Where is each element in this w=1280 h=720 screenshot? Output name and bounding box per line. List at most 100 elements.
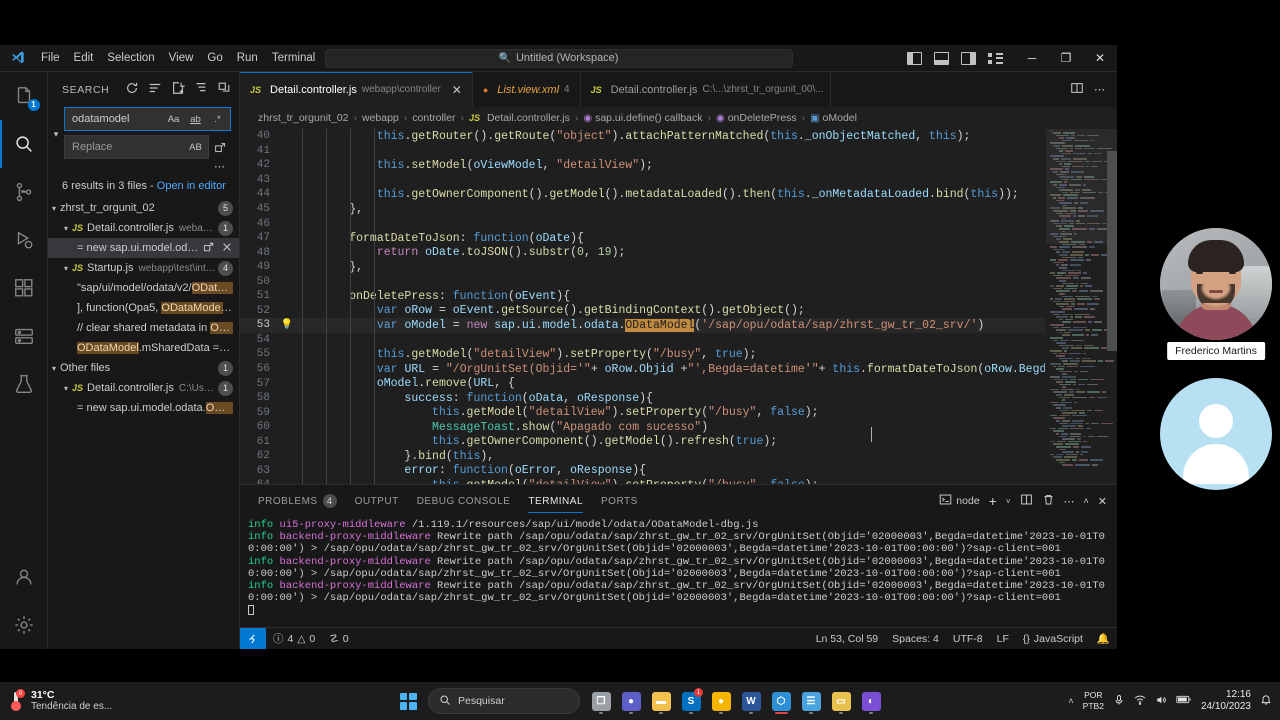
menu-go[interactable]: Go	[200, 45, 229, 71]
panel-tab-ports[interactable]: PORTS	[601, 485, 638, 517]
match-row-actions[interactable]	[203, 241, 233, 256]
dismiss-match-icon[interactable]	[221, 241, 233, 256]
cursor-position[interactable]: Ln 53, Col 59	[809, 628, 885, 649]
taskbar-app-microsoft-word[interactable]: W	[736, 686, 766, 716]
code-line[interactable]: 42 this.setModel(oViewModel, "detailView…	[240, 158, 1045, 173]
breadcrumb-item-controller[interactable]: controller	[412, 112, 455, 124]
menu-edit[interactable]: Edit	[67, 45, 101, 71]
view-as-tree-icon[interactable]	[194, 81, 208, 98]
use-regex-icon[interactable]: .*	[209, 111, 226, 128]
activity-extensions[interactable]	[0, 264, 48, 312]
taskbar-search-box[interactable]: Pesquisar	[428, 688, 580, 714]
editor-scroll-thumb[interactable]	[1107, 151, 1117, 351]
maximize-panel-icon[interactable]: ˄	[1084, 496, 1089, 506]
editor-actions[interactable]: ⋯	[1058, 72, 1117, 107]
preserve-case-icon[interactable]: AB	[187, 139, 204, 156]
code-lines[interactable]: 40 this.getRouter().getRoute("object").a…	[240, 129, 1045, 484]
tab-detail-controller-other[interactable]: JS Detail.controller.js C:\...\zhrst_tr_…	[581, 72, 831, 107]
result-file-startup[interactable]: ▾ JS Startup.js webapp\test\integrat... …	[48, 258, 239, 278]
microphone-icon[interactable]	[1113, 694, 1125, 709]
result-file-detail-controller-other[interactable]: ▾ JS Detail.controller.js C:\Users\br...…	[48, 378, 239, 398]
panel-tab-output[interactable]: OUTPUT	[355, 485, 399, 517]
match-case-icon[interactable]: Aa	[165, 111, 182, 128]
network-icon[interactable]	[1134, 694, 1146, 709]
quick-open-bar[interactable]: 🔍 Untitled (Workspace)	[324, 48, 793, 68]
problems-status[interactable]: ⓘ 4 △ 0	[266, 628, 322, 649]
tab-close-icon[interactable]: ✕	[452, 84, 462, 96]
notification-center-icon[interactable]	[1260, 694, 1272, 709]
close-button[interactable]: ✕	[1083, 45, 1117, 72]
start-button[interactable]	[394, 687, 422, 715]
collapse-all-icon[interactable]	[217, 81, 231, 98]
breadcrumb-item-ondeletepress[interactable]: ◉ onDeletePress	[716, 112, 797, 124]
activity-test-explorer[interactable]	[0, 360, 48, 408]
taskbar-app-media-player[interactable]: ◐	[856, 686, 886, 716]
split-terminal-icon[interactable]	[1020, 493, 1033, 509]
menu-bar[interactable]: File Edit Selection View Go Run Terminal…	[34, 45, 360, 71]
tab-list-view-xml[interactable]: ● List.view.xml 4	[473, 72, 581, 107]
activity-source-control[interactable]	[0, 168, 48, 216]
replace-match-icon[interactable]	[203, 241, 215, 256]
sidebar-header-actions[interactable]	[125, 81, 231, 98]
show-hidden-icons-chevron[interactable]: ˄	[1068, 696, 1073, 706]
code-line[interactable]: 59 this.getModel("detailView").setProper…	[240, 405, 1045, 420]
code-line[interactable]: 61 this.getOwnerComponent().getModel().r…	[240, 434, 1045, 449]
toggle-search-details-icon[interactable]: ⋯	[64, 162, 231, 176]
language-indicator[interactable]: POR PTB2	[1083, 690, 1104, 712]
code-line[interactable]: 47 formatDateToJson: function(oDate){	[240, 231, 1045, 246]
code-line[interactable]: 41	[240, 144, 1045, 159]
taskbar-weather-widget[interactable]: 0 31°C Tendência de es...	[0, 689, 112, 713]
new-terminal-button[interactable]: +	[989, 493, 997, 509]
panel-tab-debug-console[interactable]: DEBUG CONSOLE	[417, 485, 511, 517]
taskbar-clock[interactable]: 12:16 24/10/2023	[1201, 689, 1251, 713]
code-line[interactable]: 53 💡 var oModel = new sap.ui.model.odata.…	[240, 318, 1045, 333]
menu-view[interactable]: View	[162, 45, 201, 71]
taskbar-app-visual-studio-code[interactable]: ⬡	[766, 686, 796, 716]
code-line[interactable]: 55 this.getModel("detailView").setProper…	[240, 347, 1045, 362]
search-input[interactable]: odatamodel Aa ab .*	[64, 107, 231, 131]
panel-actions[interactable]: node + ˅ ⋯ ˄ ✕	[939, 493, 1117, 509]
taskbar-app-task-view[interactable]: ❐	[586, 686, 616, 716]
code-editor[interactable]: 40 this.getRouter().getRoute("object").a…	[240, 129, 1117, 484]
code-line[interactable]: 56 var URL = "/OrgUnitSet(Objid='"+ oRow…	[240, 362, 1045, 377]
open-new-search-editor-icon[interactable]	[171, 81, 185, 98]
code-line[interactable]: 54	[240, 333, 1045, 348]
minimize-button[interactable]: ─	[1015, 45, 1049, 72]
terminal-profile-chevron-icon[interactable]: ˅	[1006, 497, 1011, 506]
panel-tab-problems[interactable]: PROBLEMS 4	[258, 485, 337, 517]
clear-search-results-icon[interactable]	[148, 81, 162, 98]
layout-toggles[interactable]	[907, 51, 1015, 65]
activity-search[interactable]	[0, 120, 48, 168]
taskbar-app-sap-logon[interactable]: S1	[676, 686, 706, 716]
open-in-editor-link[interactable]: Open in editor	[157, 180, 226, 192]
battery-icon[interactable]	[1176, 694, 1192, 708]
activity-explorer[interactable]: 1	[0, 72, 48, 120]
taskbar-app-notepad[interactable]: ☰	[796, 686, 826, 716]
activity-settings[interactable]	[0, 601, 48, 649]
breadcrumb[interactable]: zhrst_tr_orgunit_02 › webapp › controlle…	[240, 107, 1117, 129]
code-line[interactable]: 49 },	[240, 260, 1045, 275]
activity-remote-explorer[interactable]	[0, 312, 48, 360]
code-line[interactable]: 52 var oRow = oEvent.getSource().getBind…	[240, 304, 1045, 319]
tab-detail-controller-active[interactable]: JS Detail.controller.js webapp\controlle…	[240, 72, 473, 107]
code-line[interactable]: 44 this.getOwnerComponent().getModel().m…	[240, 187, 1045, 202]
terminal-output[interactable]: info ui5-proxy-middleware /1.119.1/resou…	[240, 517, 1117, 627]
code-line[interactable]: 43	[240, 173, 1045, 188]
customize-layout-icon[interactable]	[988, 52, 1003, 65]
result-match-row[interactable]: = new sap.ui.model.odata.ODataM...	[48, 238, 239, 258]
taskbar-app-sticky-notes[interactable]: ▭	[826, 686, 856, 716]
taskbar-app-microsoft-teams[interactable]: ●	[616, 686, 646, 716]
taskbar-app-google-chrome[interactable]: ●	[706, 686, 736, 716]
menu-file[interactable]: File	[34, 45, 67, 71]
code-line[interactable]: 64 this.getModel("detailView").setProper…	[240, 478, 1045, 484]
result-group-zhrst_tr_orgunit_02[interactable]: ▾ zhrst_tr_orgunit_02 5	[48, 198, 239, 218]
close-panel-icon[interactable]: ✕	[1098, 495, 1107, 508]
breadcrumb-item-define-callback[interactable]: ◉ sap.ui.define() callback	[583, 112, 702, 124]
code-line[interactable]: 45 },	[240, 202, 1045, 217]
code-line[interactable]: 63 error: function(oError, oResponse){	[240, 464, 1045, 479]
terminal-selector[interactable]: node	[939, 493, 980, 509]
code-line[interactable]: 46	[240, 216, 1045, 231]
toggle-panel-icon[interactable]	[934, 51, 949, 65]
breadcrumb-item-project[interactable]: zhrst_tr_orgunit_02	[258, 112, 348, 124]
quick-fix-lightbulb-icon[interactable]: 💡	[280, 319, 294, 331]
